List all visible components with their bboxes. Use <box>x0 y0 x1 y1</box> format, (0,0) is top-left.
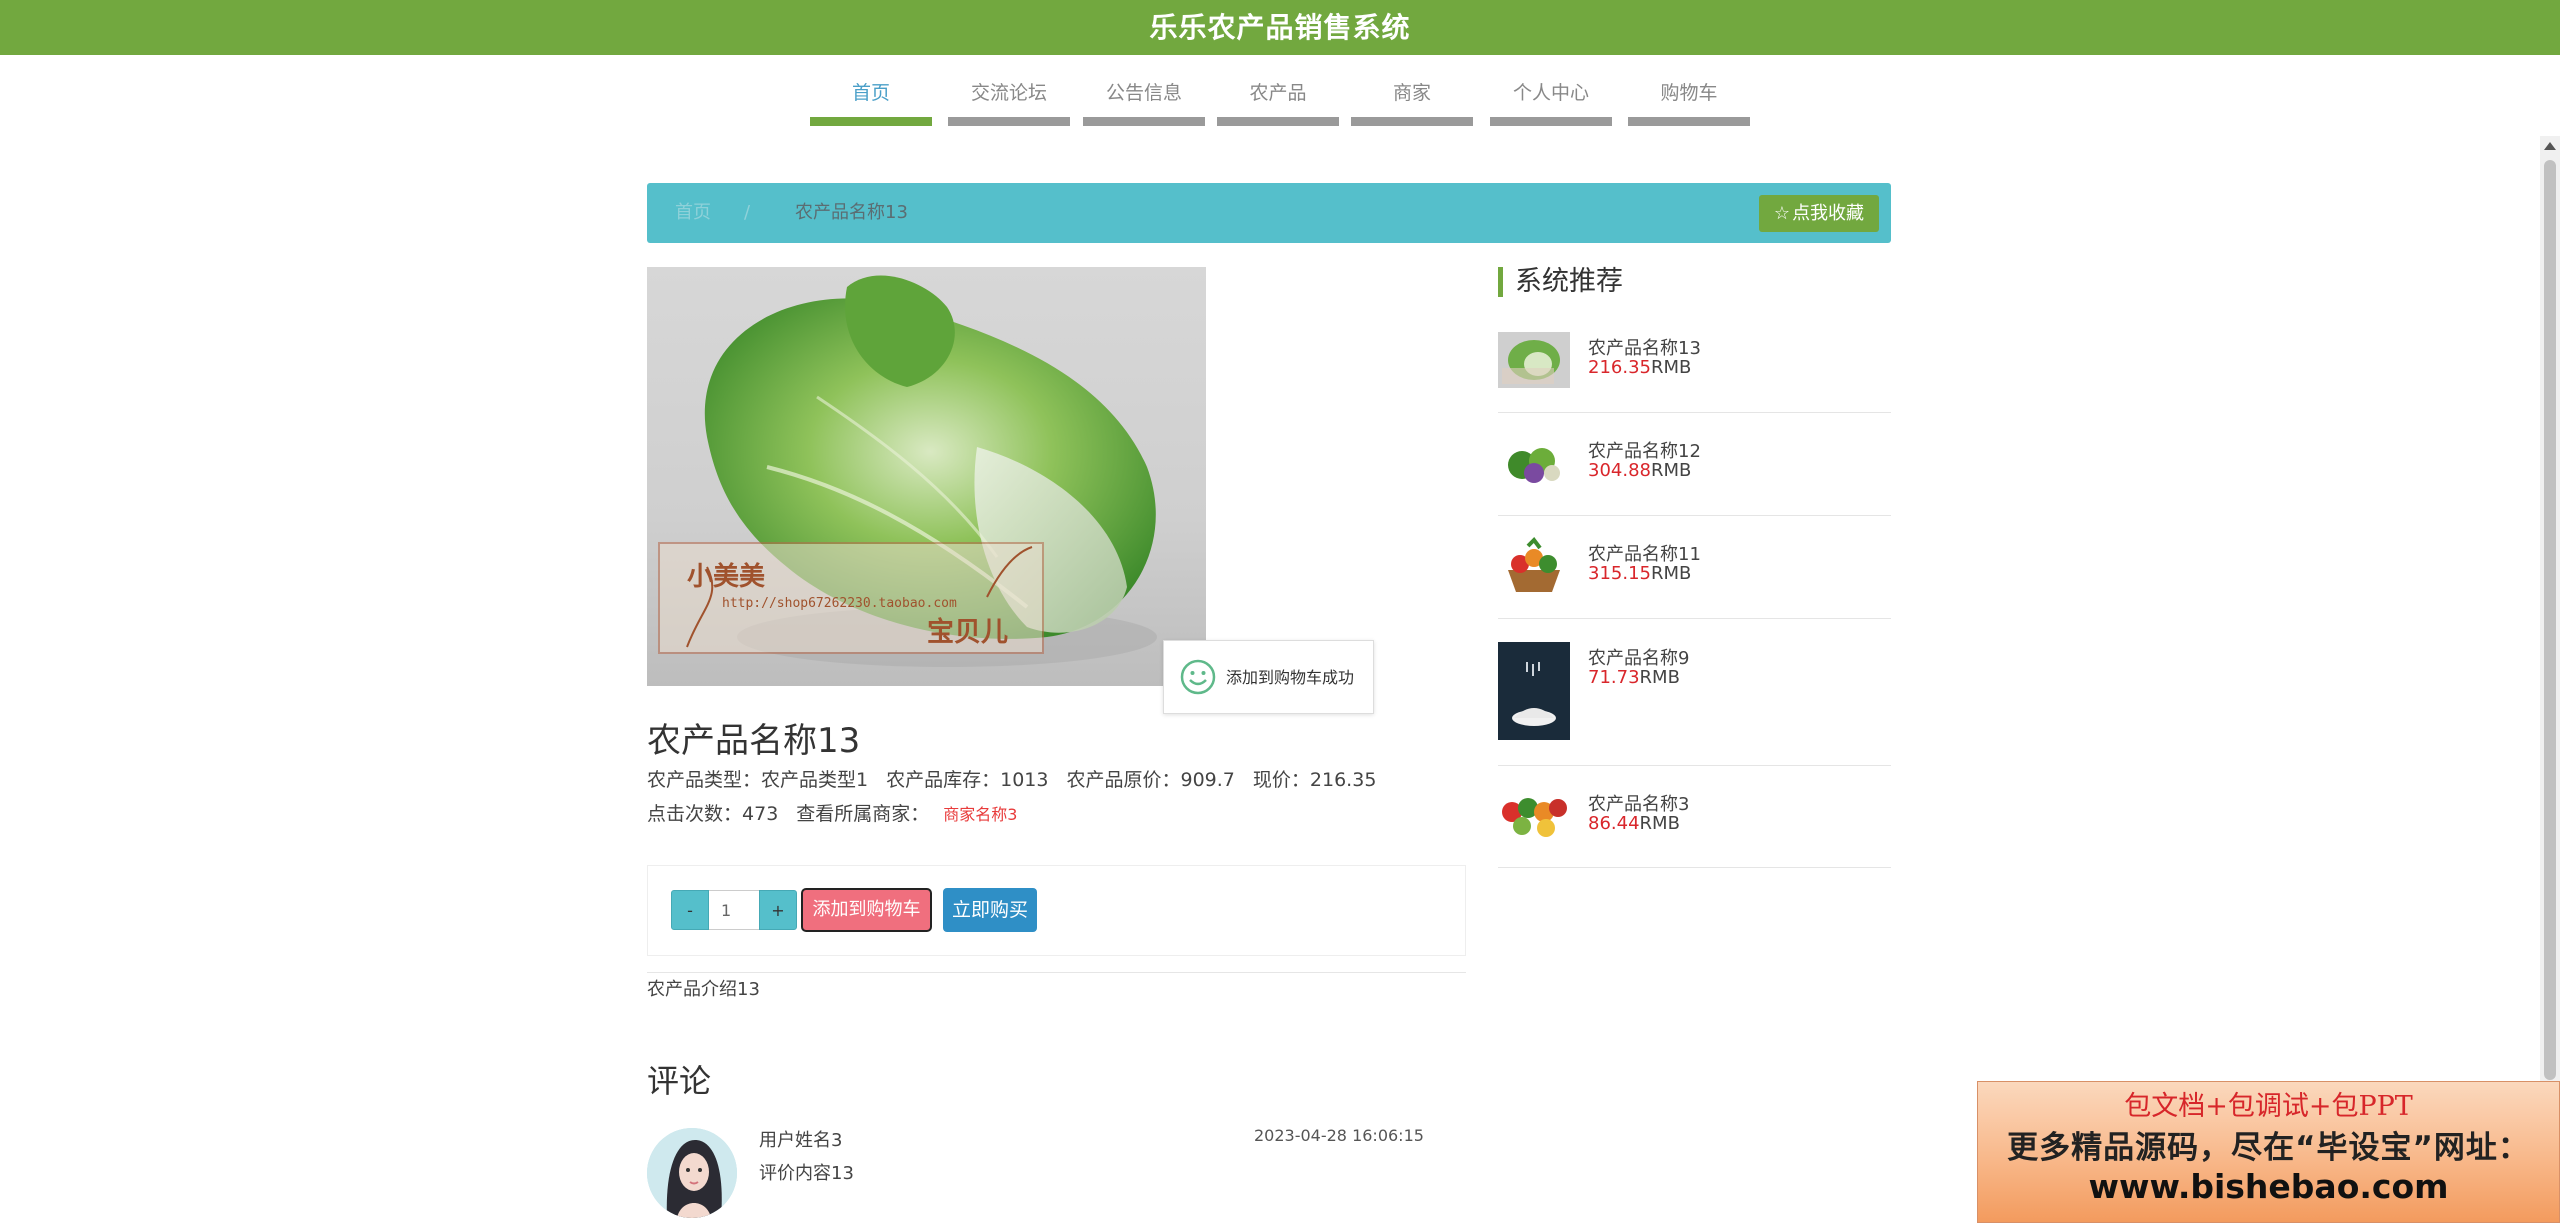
clicks-value: 473 <box>742 803 779 825</box>
nav-item-label: 购物车 <box>1660 82 1718 104</box>
page-scrollbar[interactable] <box>2540 136 2560 1223</box>
user-avatar-image <box>647 1128 737 1218</box>
toast-notification: 添加到购物车成功 <box>1163 640 1374 714</box>
clicks-label: 点击次数： <box>647 803 743 825</box>
product-intro: 农产品介绍13 <box>647 979 760 1000</box>
ad-url[interactable]: www.bishebao.com <box>1978 1167 2559 1206</box>
recommend-price-unit: RMB <box>1639 667 1680 688</box>
type-value: 农产品类型1 <box>761 769 869 791</box>
product-info-line: 农产品类型：农产品类型1 农产品库存：1013 农产品原价：909.7 现价：216.… <box>647 765 1376 792</box>
nav-item-forum[interactable]: 交流论坛 <box>948 62 1070 126</box>
breadcrumb-separator: / <box>744 202 751 223</box>
ad-banner[interactable]: 包文档+包调试+包PPT 更多精品源码，尽在“毕设宝”网址： www.bishe… <box>1977 1081 2560 1223</box>
recommend-thumbnail <box>1498 435 1570 491</box>
recommend-price: 86.44RMB <box>1588 813 1680 834</box>
scroll-up-arrow-icon[interactable] <box>2544 142 2556 150</box>
recommend-price-unit: RMB <box>1650 460 1692 481</box>
recommend-price-value: 86.44 <box>1588 813 1640 834</box>
recommend-price: 71.73RMB <box>1588 667 1680 688</box>
recommend-price-unit: RMB <box>1650 563 1692 584</box>
recommend-price-value: 216.35 <box>1588 357 1651 378</box>
recommend-price-unit: RMB <box>1639 813 1680 834</box>
main-nav: 首页 交流论坛 公告信息 农产品 商家 个人中心 购物车 <box>0 62 2560 126</box>
price-label: 现价： <box>1252 769 1310 791</box>
recommend-thumbnail <box>1498 788 1570 838</box>
stock-value: 1013 <box>1000 769 1049 791</box>
shop-label: 查看所属商家： <box>796 803 930 825</box>
comment-user: 用户姓名3 <box>759 1130 843 1151</box>
orig-price-label: 农产品原价： <box>1066 769 1181 791</box>
recommend-thumbnail <box>1498 332 1570 388</box>
star-icon: ☆ <box>1773 203 1791 224</box>
divider <box>647 972 1466 973</box>
scroll-thumb[interactable] <box>2544 160 2556 1080</box>
recommend-thumbnail <box>1498 642 1570 740</box>
nav-item-merchants[interactable]: 商家 <box>1351 62 1473 126</box>
ad-line-1: 包文档+包调试+包PPT <box>2124 1091 2413 1122</box>
nav-item-cart[interactable]: 购物车 <box>1628 62 1750 126</box>
avatar <box>647 1128 737 1218</box>
recommend-price: 315.15RMB <box>1588 563 1691 584</box>
recommend-price: 304.88RMB <box>1588 460 1691 481</box>
comment-text: 评价内容13 <box>759 1163 854 1184</box>
site-title: 乐乐农产品销售系统 <box>0 0 2560 55</box>
recommend-price-value: 304.88 <box>1588 460 1651 481</box>
quantity-increment-button[interactable]: + <box>759 890 797 930</box>
favorite-button-label: 点我收藏 <box>1792 203 1865 224</box>
product-meta-line: 点击次数：473 查看所属商家： 商家名称3 <box>647 799 1017 826</box>
smile-icon <box>1180 659 1216 695</box>
toast-message: 添加到购物车成功 <box>1226 668 1355 687</box>
sidebar-title: 系统推荐 <box>1498 267 1623 297</box>
recommend-item[interactable]: 农产品名称9 71.73RMB <box>1498 619 1891 766</box>
shop-link[interactable]: 商家名称3 <box>943 805 1017 824</box>
recommend-price: 216.35RMB <box>1588 357 1691 378</box>
recommend-item[interactable]: 农产品名称3 86.44RMB <box>1498 766 1891 868</box>
product-title: 农产品名称13 <box>647 721 861 761</box>
watermark-tagline: 宝贝儿 <box>927 616 1008 648</box>
cart-controls: - + 添加到购物车 立即购买 <box>647 865 1466 956</box>
recommend-item[interactable]: 农产品名称11 315.15RMB <box>1498 516 1891 619</box>
product-image: 小美美 http://shop67262230.taobao.com 宝贝儿 <box>647 267 1206 686</box>
recommend-price-value: 315.15 <box>1588 563 1651 584</box>
comment-time: 2023-04-28 16:06:15 <box>1254 1126 1424 1145</box>
breadcrumb: 首页 / 农产品名称13 ☆ 点我收藏 <box>647 183 1891 243</box>
price-value: 216.35 <box>1309 769 1377 791</box>
stock-label: 农产品库存： <box>886 769 1001 791</box>
nav-item-label: 公告信息 <box>1105 82 1182 104</box>
lettuce-illustration: 小美美 http://shop67262230.taobao.com 宝贝儿 <box>658 275 1157 667</box>
nav-item-label: 商家 <box>1392 82 1431 104</box>
breadcrumb-current: 农产品名称13 <box>795 202 908 223</box>
nav-item-products[interactable]: 农产品 <box>1217 62 1339 126</box>
recommend-price-value: 71.73 <box>1588 667 1640 688</box>
nav-item-profile[interactable]: 个人中心 <box>1490 62 1612 126</box>
buy-now-button[interactable]: 立即购买 <box>943 888 1037 932</box>
nav-item-label: 首页 <box>851 82 890 104</box>
favorite-button[interactable]: ☆ 点我收藏 <box>1759 195 1879 232</box>
recommend-thumbnail <box>1498 536 1570 596</box>
recommend-price-unit: RMB <box>1650 357 1692 378</box>
quantity-input[interactable] <box>709 890 759 930</box>
nav-item-home[interactable]: 首页 <box>810 62 932 126</box>
ad-line-2: 更多精品源码，尽在“毕设宝”网址： <box>2007 1130 2530 1166</box>
nav-item-label: 个人中心 <box>1512 82 1589 104</box>
quantity-decrement-button[interactable]: - <box>671 890 709 930</box>
nav-item-label: 农产品 <box>1249 82 1307 104</box>
breadcrumb-home-link[interactable]: 首页 <box>675 183 711 243</box>
nav-item-label: 交流论坛 <box>970 82 1047 104</box>
add-to-cart-button[interactable]: 添加到购物车 <box>801 888 932 932</box>
orig-price-value: 909.7 <box>1180 769 1235 791</box>
recommend-item[interactable]: 农产品名称12 304.88RMB <box>1498 413 1891 516</box>
nav-item-notices[interactable]: 公告信息 <box>1083 62 1205 126</box>
recommend-item[interactable]: 农产品名称13 216.35RMB <box>1498 320 1891 413</box>
type-label: 农产品类型： <box>647 769 762 791</box>
comments-title: 评论 <box>647 1062 712 1100</box>
watermark-url: http://shop67262230.taobao.com <box>722 596 957 611</box>
watermark-brand: 小美美 <box>687 561 765 592</box>
